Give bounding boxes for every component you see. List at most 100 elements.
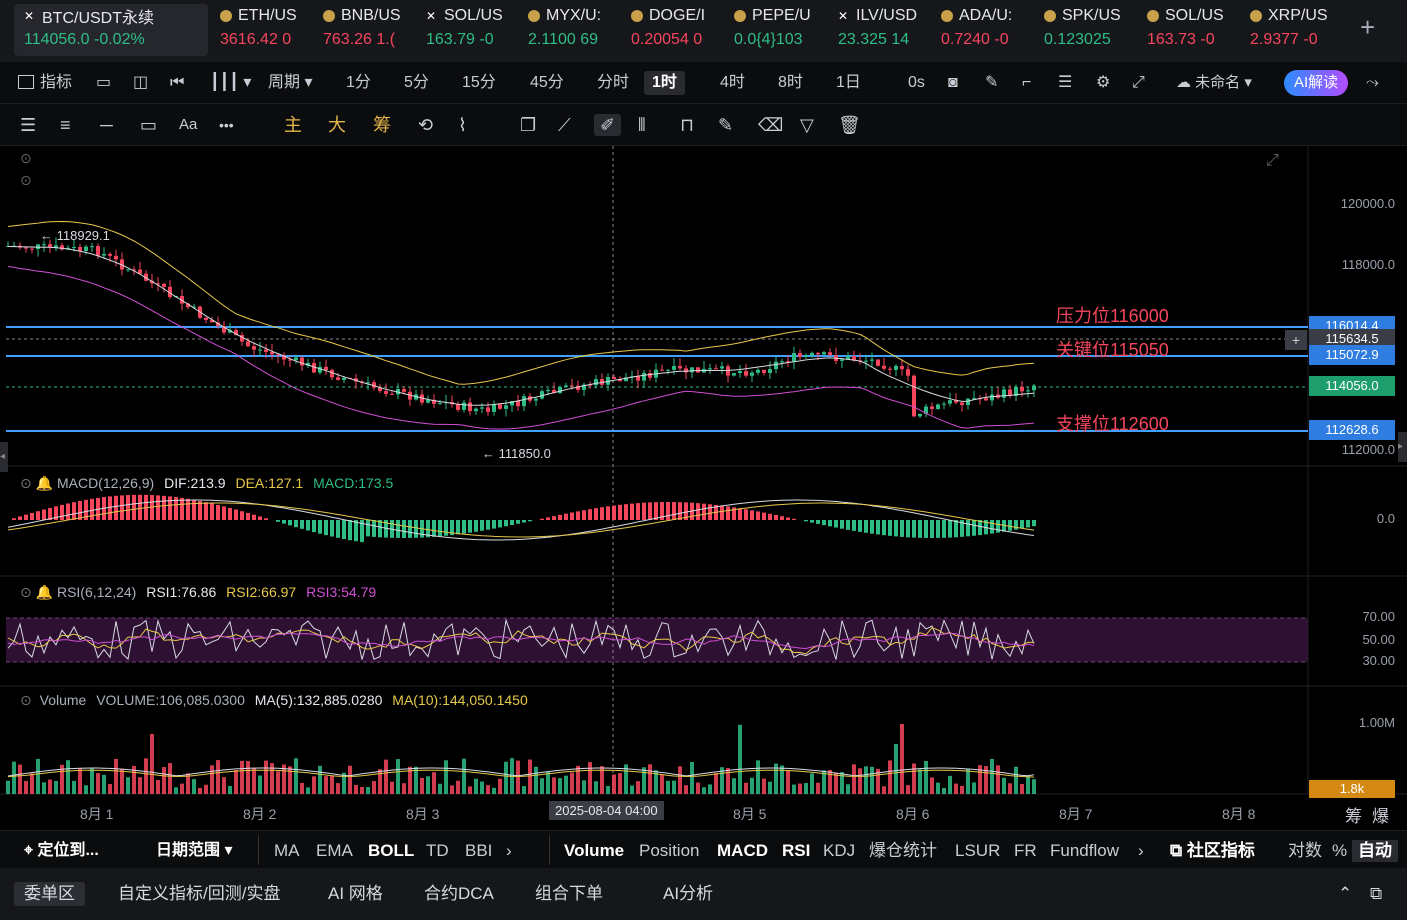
indicator-button[interactable]: 指标 [18,71,72,95]
replay-icon[interactable]: ⏮ [170,71,184,95]
big-order-button[interactable]: 大 [328,114,346,136]
rotate-icon[interactable]: ⟲ [418,114,433,136]
left-panel-toggle[interactable]: ◂ [0,442,8,472]
more-button[interactable]: ••• [219,114,234,136]
layout-icon[interactable]: ◫ [133,71,148,95]
ticker-tab[interactable]: ✕ SOL/US 163.79 -0 [416,4,516,56]
list-icon[interactable]: ☰ [1058,71,1072,95]
font-button[interactable]: Aa [179,114,197,136]
interval-7[interactable]: 8时 [778,71,803,95]
eraser-icon[interactable]: ⌫ [758,114,783,136]
ticker-tab[interactable]: ✕ BTC/USDT永续 114056.0 -0.02% [14,4,208,56]
interval-8[interactable]: 1日 [836,71,861,95]
footer-tab-0[interactable]: 委单区 [14,882,85,906]
ticker-tab[interactable]: BNB/US 763.26 1.( [313,4,413,56]
sub-indicator-4[interactable]: KDJ [823,840,855,862]
locate-button[interactable]: ⌖ 定位到... [24,840,99,862]
hline-icon[interactable]: ─ [100,114,113,136]
bell-icon[interactable]: 🔔 [36,584,53,600]
chips-button[interactable]: 筹 [373,114,391,136]
interval-0[interactable]: 1分 [346,71,371,95]
right-panel-toggle[interactable]: ▸ [1398,432,1407,462]
main-indicator-boll[interactable]: BOLL [368,840,414,862]
auto-scale-button[interactable]: 自动 [1352,840,1398,862]
magnet-icon[interactable]: ⌇ [458,114,467,136]
candles-icon[interactable]: ⫴ [638,114,646,136]
main-indicator-ema[interactable]: EMA [316,840,353,862]
share-icon[interactable]: ⤳ [1366,71,1379,95]
ticker-tab[interactable]: SOL/US 163.73 -0 [1137,4,1237,56]
ticker-tab[interactable]: SPK/US 0.123025 [1034,4,1134,56]
add-tab-button[interactable]: + [1360,12,1375,43]
maximize-icon[interactable]: ⤢ [1266,152,1279,170]
collapse-icon[interactable]: ⊙ [20,475,32,491]
sub-indicator-3[interactable]: RSI [782,840,810,862]
popout-icon[interactable]: ⧉ [1370,882,1382,906]
expand-icon-2[interactable]: ⊙ [20,172,32,189]
trash-icon[interactable]: 🗑 [838,114,861,136]
main-indicator-bbi[interactable]: BBI [465,840,492,862]
interval-2[interactable]: 15分 [462,71,496,95]
main-indicator-td[interactable]: TD [426,840,449,862]
period-dropdown[interactable]: 周期 ▾ [268,71,313,95]
chips-corner-button[interactable]: 筹 [1345,802,1362,827]
lock-icon[interactable]: ⊓ [680,114,694,136]
calendar-icon[interactable]: ▭ [96,71,111,95]
main-indicator-ma[interactable]: MA [274,840,300,862]
ticker-tab[interactable]: MYX/U: 2.1100 69 [518,4,618,56]
lines-icon[interactable]: ≡ [60,114,71,136]
main-inds-next-icon[interactable]: › [506,840,512,862]
sub-indicator-0[interactable]: Volume [564,840,624,862]
edit-icon[interactable]: ✎ [718,114,733,136]
bell-icon[interactable]: 🔔 [36,475,53,491]
main-chart-button[interactable]: 主 [284,114,302,136]
ticker-tab[interactable]: ✕ ILV/USD 23.325 14 [828,4,928,56]
liquidation-corner-button[interactable]: 爆 [1372,802,1389,827]
fullscreen-icon[interactable]: ⤢ [1132,71,1145,95]
collapse-icon[interactable]: ⊙ [20,692,32,708]
interval-1[interactable]: 5分 [404,71,429,95]
layout-name-dropdown[interactable]: ☁ 未命名 ▾ [1176,71,1252,95]
sub-indicator-8[interactable]: Fundflow [1050,840,1119,862]
footer-tab-5[interactable]: AI分析 [663,882,713,906]
menu-icon[interactable]: ☰ [20,114,36,136]
ruler-icon[interactable]: ⟋ [558,114,571,136]
interval-6[interactable]: 4时 [720,71,745,95]
footer-tab-3[interactable]: 合约DCA [424,882,494,906]
ticker-tab[interactable]: XRP/US 2.9377 -0 [1240,4,1340,56]
ai-analyze-button[interactable]: AI解读 [1284,70,1349,96]
footer-tab-4[interactable]: 组合下单 [535,882,603,906]
interval-4[interactable]: 分时 [597,71,629,95]
filter-icon[interactable]: ▽ [800,114,814,136]
ticker-tab[interactable]: ADA/U: 0.7240 -0 [931,4,1031,56]
collapse-up-icon[interactable]: ⌃ [1338,882,1352,906]
chart-area[interactable]: ⊙ ⊙ ⤢ 120000.0 118000.0 112000.0 压力位1160… [0,146,1407,830]
crop-icon[interactable]: ⌐ [1022,71,1031,95]
footer-tab-2[interactable]: AI 网格 [328,882,383,906]
interval-5[interactable]: 1时 [644,71,685,95]
ticker-tab[interactable]: DOGE/I 0.20054 0 [621,4,721,56]
pencil-icon[interactable]: ✎ [985,71,998,95]
copy-icon[interactable]: ❐ [520,114,536,136]
ticker-tab[interactable]: PEPE/U 0.0{4}103 [724,4,824,56]
add-alert-icon[interactable]: + [1285,330,1307,350]
sub-indicator-6[interactable]: LSUR [955,840,1000,862]
percent-scale-button[interactable]: % [1332,840,1347,862]
sub-indicator-5[interactable]: 爆仓统计 [869,840,937,862]
sub-inds-next-icon[interactable]: › [1138,840,1144,862]
ticker-tab[interactable]: ETH/US 3616.42 0 [210,4,310,56]
sub-indicator-1[interactable]: Position [639,840,699,862]
collapse-icon[interactable]: ⊙ [20,584,32,600]
community-indicator-button[interactable]: ⧉ 社区指标 [1170,840,1255,862]
interval-3[interactable]: 45分 [530,71,564,95]
sub-indicator-2[interactable]: MACD [717,840,768,862]
rect-icon[interactable]: ▭ [140,114,157,136]
candle-type-icon[interactable]: ┃┃┃ ▾ [210,71,251,95]
camera-icon[interactable]: ◙ [948,71,958,95]
date-range-dropdown[interactable]: 日期范围 ▾ [156,840,233,862]
settings-icon[interactable]: ⚙ [1096,71,1110,95]
brush-icon[interactable]: ✐ [594,114,622,136]
expand-icon[interactable]: ⊙ [20,150,32,167]
footer-tab-1[interactable]: 自定义指标/回测/实盘 [118,882,280,906]
log-scale-button[interactable]: 对数 [1288,840,1322,862]
